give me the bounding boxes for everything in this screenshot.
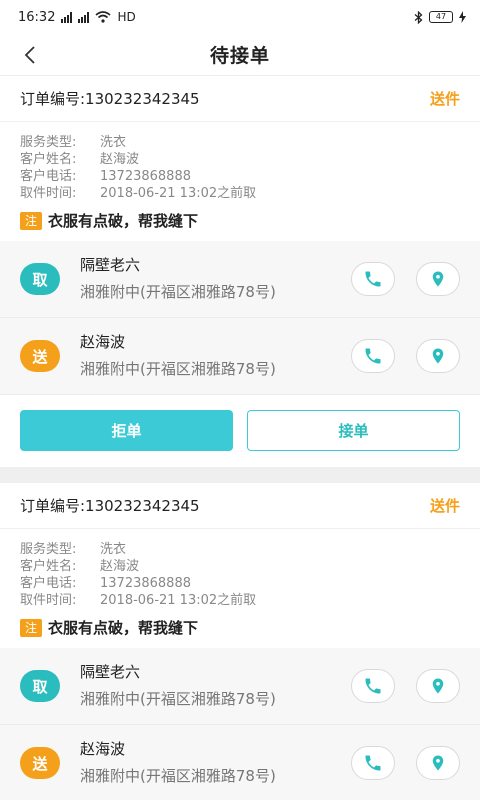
call-button[interactable]: [351, 669, 395, 703]
pickup-address: 湘雅附中(开福区湘雅路78号): [80, 690, 276, 708]
delivery-badge: 送: [20, 340, 60, 372]
order-card: 订单编号:130232342345 送件 服务类型: 洗衣 客户姓名: 赵海波 客户…: [0, 76, 480, 467]
page-title: 待接单: [209, 45, 270, 67]
delivery-name: 赵海波: [80, 333, 126, 351]
call-button[interactable]: [351, 746, 395, 780]
location-pin-icon: [432, 348, 444, 364]
status-time: 16:32: [18, 9, 56, 25]
service-type-value: 洗衣: [100, 542, 127, 557]
service-type-label: 服务类型:: [20, 542, 77, 557]
order-info: 服务类型: 洗衣 客户姓名: 赵海波 客户电话: 13723868888 取件时间: 2…: [0, 122, 480, 206]
delivery-badge: 送: [20, 747, 60, 779]
delivery-row: 送 赵海波 湘雅附中(开福区湘雅路78号): [0, 318, 480, 395]
phone-icon: [365, 755, 381, 771]
note-tag: 注: [20, 618, 42, 637]
section-divider: [0, 467, 480, 483]
charging-icon: [459, 11, 466, 23]
phone-icon: [365, 271, 381, 287]
order-header: 订单编号:130232342345 送件: [0, 483, 480, 529]
pickup-name: 隔壁老六: [80, 256, 141, 274]
pickup-name: 隔壁老六: [80, 663, 141, 681]
delivery-row: 送 赵海波 湘雅附中(开福区湘雅路78号): [0, 725, 480, 800]
customer-phone-value: 13723868888: [100, 576, 191, 591]
order-number: 订单编号:130232342345: [20, 497, 200, 515]
pickup-badge: 取: [20, 263, 60, 295]
service-type-value: 洗衣: [100, 135, 127, 150]
phone-icon: [365, 678, 381, 694]
customer-name-label: 客户姓名:: [20, 559, 77, 574]
location-button[interactable]: [416, 746, 460, 780]
pickup-row: 取 隔壁老六 湘雅附中(开福区湘雅路78号): [0, 241, 480, 318]
chevron-left-icon: [24, 46, 35, 64]
call-button[interactable]: [351, 262, 395, 296]
back-button[interactable]: [18, 43, 42, 67]
order-type: 送件: [429, 497, 460, 515]
accept-button[interactable]: 接单: [247, 410, 460, 451]
location-pin-icon: [432, 755, 444, 771]
call-button[interactable]: [351, 339, 395, 373]
order-type: 送件: [429, 90, 460, 108]
signal-icon: [78, 11, 90, 23]
order-note: 注 衣服有点破，帮我缝下: [0, 613, 480, 648]
note-tag: 注: [20, 211, 42, 230]
location-button[interactable]: [416, 669, 460, 703]
customer-name-value: 赵海波: [100, 559, 140, 574]
pickup-time-label: 取件时间:: [20, 593, 77, 608]
customer-phone-label: 客户电话:: [20, 169, 77, 184]
delivery-address: 湘雅附中(开福区湘雅路78号): [80, 360, 276, 378]
order-header: 订单编号:130232342345 送件: [0, 76, 480, 122]
nav-bar: 待接单: [0, 34, 480, 76]
network-type: HD: [117, 10, 136, 24]
bluetooth-icon: [414, 10, 423, 24]
delivery-address: 湘雅附中(开福区湘雅路78号): [80, 767, 276, 785]
signal-icon: [61, 11, 73, 23]
pickup-address: 湘雅附中(开福区湘雅路78号): [80, 283, 276, 301]
customer-phone-value: 13723868888: [100, 169, 191, 184]
reject-button[interactable]: 拒单: [20, 410, 233, 451]
location-button[interactable]: [416, 262, 460, 296]
pickup-time-value: 2018-06-21 13:02之前取: [100, 593, 257, 608]
note-text: 衣服有点破，帮我缝下: [48, 619, 199, 637]
location-pin-icon: [432, 678, 444, 694]
order-note: 注 衣服有点破，帮我缝下: [0, 206, 480, 241]
wifi-icon: [95, 11, 111, 23]
phone-icon: [365, 348, 381, 364]
status-bar: 16:32 HD 47: [0, 0, 480, 34]
pickup-time-label: 取件时间:: [20, 186, 77, 201]
order-actions: 拒单 接单: [0, 395, 480, 467]
customer-name-value: 赵海波: [100, 152, 140, 167]
location-pin-icon: [432, 271, 444, 287]
pickup-row: 取 隔壁老六 湘雅附中(开福区湘雅路78号): [0, 648, 480, 725]
order-info: 服务类型: 洗衣 客户姓名: 赵海波 客户电话: 13723868888 取件时间: 2…: [0, 529, 480, 613]
customer-phone-label: 客户电话:: [20, 576, 77, 591]
note-text: 衣服有点破，帮我缝下: [48, 212, 199, 230]
customer-name-label: 客户姓名:: [20, 152, 77, 167]
pickup-badge: 取: [20, 670, 60, 702]
location-button[interactable]: [416, 339, 460, 373]
service-type-label: 服务类型:: [20, 135, 77, 150]
battery-icon: 47: [429, 11, 453, 23]
delivery-name: 赵海波: [80, 740, 126, 758]
order-number: 订单编号:130232342345: [20, 90, 200, 108]
pickup-time-value: 2018-06-21 13:02之前取: [100, 186, 257, 201]
order-card: 订单编号:130232342345 送件 服务类型: 洗衣 客户姓名: 赵海波 客户…: [0, 483, 480, 800]
